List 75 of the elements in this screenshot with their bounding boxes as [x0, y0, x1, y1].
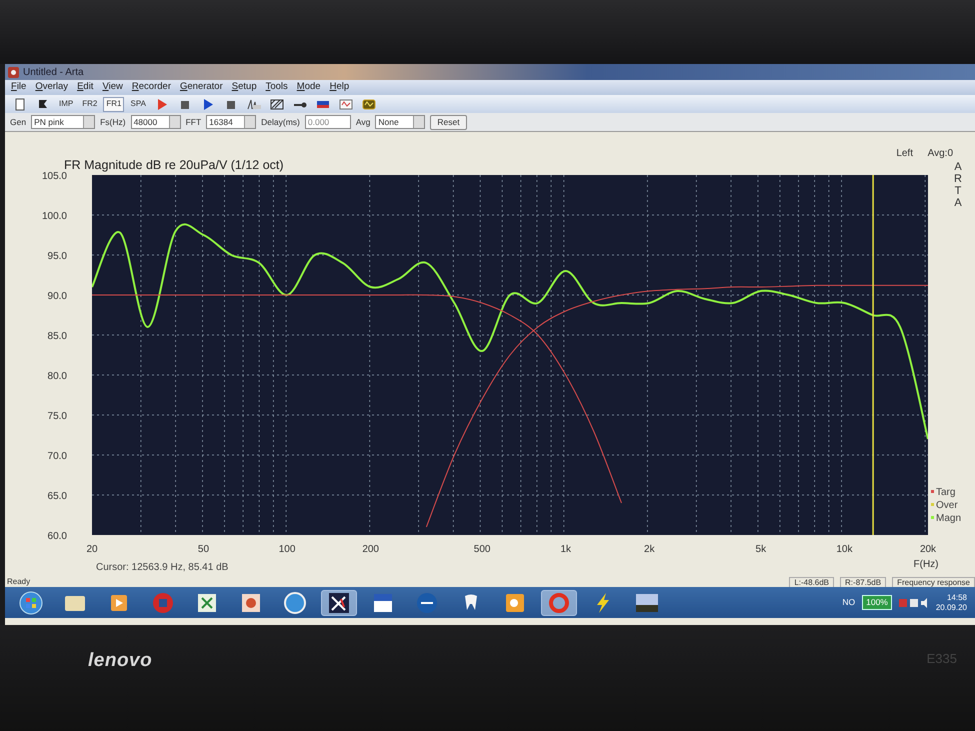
- globe-icon: [283, 590, 307, 614]
- legend-label: Targ: [936, 487, 956, 498]
- axis-tick-label: 100.0: [42, 211, 67, 222]
- mode-button[interactable]: FR2: [79, 96, 100, 112]
- axis-tick-label: 90.0: [48, 291, 67, 302]
- dropdown[interactable]: None: [375, 115, 426, 129]
- language-indicator[interactable]: NO: [842, 596, 856, 609]
- app-icon: [8, 66, 19, 78]
- field-label: Avg: [356, 116, 370, 128]
- field-label: FFT: [186, 116, 202, 128]
- axis-tick-label: 20: [86, 544, 98, 555]
- legend-label: Over: [936, 500, 958, 511]
- average-label: Avg:0: [928, 148, 953, 159]
- field-label: Fs(Hz): [100, 116, 126, 128]
- menu-item[interactable]: Edit: [77, 80, 94, 95]
- menu-item[interactable]: View: [102, 80, 123, 95]
- clock-date[interactable]: 20.09.20: [936, 602, 967, 612]
- mode-button[interactable]: IMP: [56, 96, 76, 112]
- taskbar-button[interactable]: [321, 590, 357, 616]
- dropdown[interactable]: 16384: [206, 115, 256, 129]
- axis-tick-label: 80.0: [48, 371, 67, 382]
- axis-tick-label: 105.0: [42, 171, 67, 182]
- flag-icon: [36, 98, 50, 110]
- menu-item[interactable]: Setup: [232, 80, 257, 95]
- mode-button[interactable]: SPA: [127, 96, 149, 112]
- dropdown[interactable]: PN pink: [31, 115, 96, 129]
- axis-tick-label: 1k: [560, 544, 572, 555]
- new-document-icon: [13, 98, 27, 110]
- menu-item[interactable]: Overlay: [35, 80, 68, 95]
- axis-tick-label: 5k: [756, 544, 766, 555]
- grid-icon: [151, 590, 175, 614]
- mode-button[interactable]: FR1: [103, 96, 124, 112]
- clock-time[interactable]: 14:58: [936, 592, 967, 602]
- menu-item[interactable]: Help: [330, 80, 350, 95]
- axis-tick-label: 70.0: [48, 451, 67, 462]
- menu-item[interactable]: Recorder: [132, 80, 171, 95]
- brand-letter: R: [954, 173, 962, 185]
- axis-tick-label: 2k: [644, 544, 655, 555]
- axis-tick-label: 200: [362, 544, 379, 555]
- field-label: Delay(ms): [261, 116, 300, 128]
- cursor-readout: Cursor: 12563.9 Hz, 85.41 dB: [96, 562, 228, 573]
- hatched-icon: [270, 98, 284, 110]
- channel-label: Left: [896, 148, 913, 159]
- ring-icon: [547, 590, 571, 614]
- brand-letter: T: [954, 185, 962, 197]
- brand-logo: lenovo: [88, 649, 152, 673]
- axis-tick-label: 50: [198, 544, 210, 555]
- tray-icon[interactable]: [898, 598, 929, 608]
- reset-button[interactable]: Reset: [430, 114, 467, 130]
- menu-item[interactable]: File: [11, 80, 26, 95]
- scope-icon: [338, 98, 353, 110]
- brand-letter: A: [954, 161, 962, 173]
- axis-tick-label: 100: [278, 544, 296, 555]
- field-label: Gen: [10, 116, 26, 128]
- axis-tick-label: 65.0: [48, 491, 67, 502]
- axis-tick-label: 95.0: [48, 251, 67, 262]
- menu-item[interactable]: Generator: [180, 80, 223, 95]
- axis-tick-label: 10k: [836, 544, 852, 555]
- axis-tick-label: 75.0: [48, 411, 67, 422]
- menu-item[interactable]: Mode: [296, 80, 321, 95]
- axis-tick-label: 85.0: [48, 331, 67, 342]
- axis-title: F(Hz): [914, 559, 938, 570]
- axis-tick-label: 60.0: [48, 531, 67, 542]
- brand-letter: A: [954, 197, 962, 209]
- window-title: Untitled - Arta: [23, 66, 84, 80]
- legend-label: Magn: [936, 513, 962, 524]
- status-message: Ready: [7, 576, 30, 588]
- axis-tick-label: 20k: [920, 544, 936, 555]
- battery-indicator[interactable]: 100%: [862, 595, 892, 610]
- bars-icon: [246, 98, 261, 110]
- axis-tick-label: 500: [474, 544, 490, 555]
- dropdown[interactable]: 48000: [130, 115, 181, 129]
- chart-title: FR Magnitude dB re 20uPa/V (1/12 oct): [64, 158, 284, 172]
- scope-icon: [362, 98, 376, 110]
- menu-item[interactable]: Tools: [266, 80, 288, 95]
